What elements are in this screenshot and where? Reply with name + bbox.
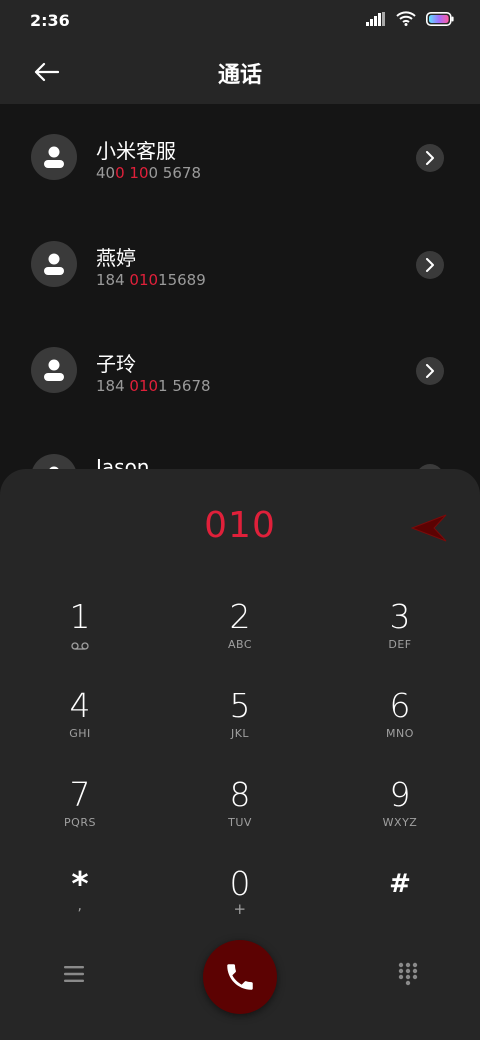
- contact-number: 400 100 5678: [96, 164, 201, 182]
- contact-row[interactable]: 子玲 184 0101 5678: [0, 317, 480, 423]
- key-letters: WXYZ: [382, 816, 418, 829]
- key-digit: #: [389, 869, 411, 899]
- call-button[interactable]: [203, 940, 277, 1014]
- contact-row[interactable]: 小米客服 400 100 5678: [0, 104, 480, 210]
- contact-name: 燕婷: [96, 246, 136, 270]
- key-hash[interactable]: #: [340, 864, 460, 944]
- menu-button[interactable]: [60, 960, 88, 988]
- contact-name: 小米客服: [96, 139, 176, 163]
- key-letters: DEF: [388, 638, 412, 651]
- backspace-icon: [410, 514, 447, 542]
- person-icon: [44, 146, 64, 168]
- contact-row[interactable]: 燕婷 184 01015689: [0, 211, 480, 317]
- key-3[interactable]: 3 DEF: [340, 597, 460, 677]
- key-digit: 3: [389, 597, 411, 636]
- contact-detail-button[interactable]: [416, 251, 444, 279]
- app-bar: 通话: [0, 40, 480, 104]
- key-1[interactable]: 1: [20, 597, 140, 677]
- key-9[interactable]: 9 WXYZ: [340, 775, 460, 855]
- signal-icon: [366, 11, 385, 26]
- key-8[interactable]: 8 TUV: [180, 775, 300, 855]
- avatar: [31, 134, 77, 180]
- key-7[interactable]: 7 PQRS: [20, 775, 140, 855]
- chevron-right-icon: [426, 258, 434, 272]
- key-letters: ,: [77, 898, 83, 914]
- key-digit: 6: [389, 686, 411, 725]
- key-letters: JKL: [230, 727, 250, 740]
- key-0[interactable]: 0 +: [180, 864, 300, 944]
- dialpad-icon: [398, 962, 418, 986]
- chevron-right-icon: [426, 151, 434, 165]
- person-icon: [44, 359, 64, 381]
- key-2[interactable]: 2 ABC: [180, 597, 300, 677]
- dialed-number: 010: [204, 505, 276, 546]
- key-letters: ABC: [227, 638, 253, 651]
- contact-detail-button[interactable]: [416, 144, 444, 172]
- phone-icon: [227, 964, 253, 990]
- contact-detail-button[interactable]: [416, 357, 444, 385]
- voicemail-icon: [20, 638, 140, 653]
- avatar: [31, 347, 77, 393]
- key-letters: MNO: [386, 727, 414, 740]
- status-bar: 2:36: [0, 0, 480, 40]
- key-digit: 8: [229, 775, 251, 814]
- menu-icon: [64, 966, 84, 982]
- contact-name: 子玲: [96, 352, 136, 376]
- key-letters: PQRS: [64, 816, 96, 829]
- key-digit: 2: [229, 597, 251, 636]
- dialer-panel: 010 1 2 ABC 3 DEF 4 GHI 5 JKL 6 MNO 7 PQ…: [0, 469, 480, 1040]
- avatar: [31, 241, 77, 287]
- battery-icon: [426, 11, 454, 26]
- contact-number: 184 01015689: [96, 271, 206, 289]
- key-letters: TUV: [228, 816, 252, 829]
- key-6[interactable]: 6 MNO: [340, 686, 460, 766]
- backspace-button[interactable]: [410, 513, 450, 543]
- key-star[interactable]: * ,: [20, 864, 140, 944]
- key-digit: 4: [69, 686, 91, 725]
- key-letters: GHI: [69, 727, 91, 740]
- key-5[interactable]: 5 JKL: [180, 686, 300, 766]
- chevron-right-icon: [426, 364, 434, 378]
- person-icon: [44, 253, 64, 275]
- key-letters: +: [233, 900, 247, 918]
- page-title: 通话: [217, 63, 262, 88]
- contact-list: 小米客服 400 100 5678 燕婷 184 01015689 子玲 184…: [0, 104, 480, 484]
- key-digit: 1: [69, 597, 91, 636]
- key-4[interactable]: 4 GHI: [20, 686, 140, 766]
- status-time: 2:36: [30, 11, 70, 30]
- key-digit: 0: [229, 864, 251, 903]
- status-icons: [366, 11, 454, 26]
- contact-number: 184 0101 5678: [96, 377, 211, 395]
- key-digit: 9: [389, 775, 411, 814]
- wifi-icon: [396, 11, 416, 26]
- key-digit: 7: [69, 775, 91, 814]
- dialpad-toggle-button[interactable]: [394, 960, 422, 988]
- key-digit: 5: [229, 686, 251, 725]
